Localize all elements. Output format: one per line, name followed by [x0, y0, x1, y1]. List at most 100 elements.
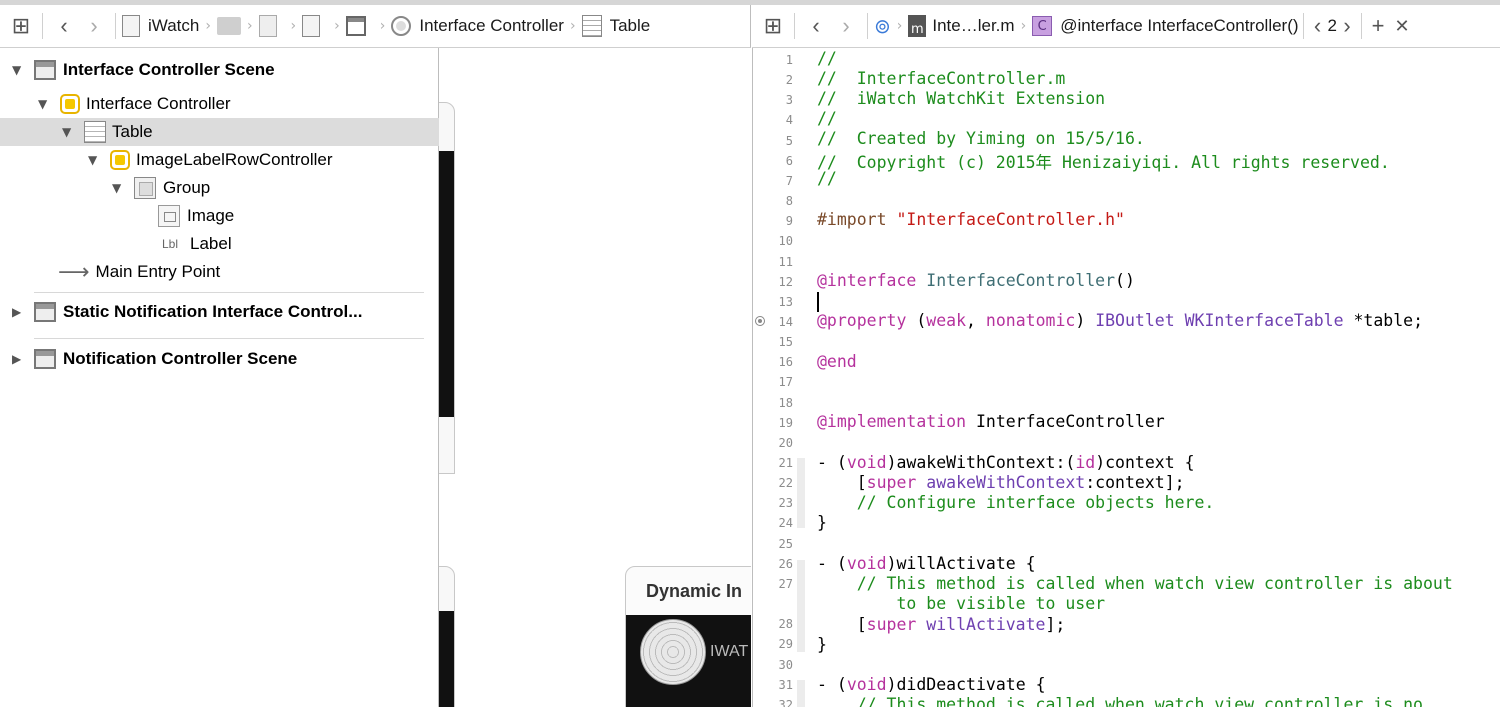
breadcrumb-symbol[interactable]: @interface InterfaceController()	[1060, 16, 1298, 36]
breadcrumb-chevron-icon: ›	[569, 18, 576, 34]
scene-icon[interactable]	[345, 16, 366, 36]
code-token: (	[906, 311, 927, 330]
code-line: [super willActivate];	[817, 615, 1066, 634]
line-number: 19	[778, 415, 793, 430]
storyboard-canvas[interactable]: Dynamic In IWAT	[439, 48, 751, 707]
outline-label: Main Entry Point	[95, 262, 221, 281]
class-icon: C	[1032, 16, 1053, 36]
disclosure-down-icon[interactable]: ▼	[62, 125, 76, 139]
interface-controller-frame[interactable]	[439, 102, 455, 474]
label-icon: Lbl	[162, 237, 179, 251]
breadcrumb-project[interactable]: iWatch	[148, 16, 199, 36]
line-number: 5	[785, 133, 793, 148]
static-notification-frame[interactable]	[439, 566, 455, 707]
line-number: 20	[778, 435, 793, 450]
code-line: - (void)awakeWithContext:(id)context {	[817, 453, 1195, 472]
code-fold-ribbon[interactable]	[797, 458, 805, 528]
code-line: - (void)didDeactivate {	[817, 675, 1046, 694]
storyboard-file-icon[interactable]	[258, 15, 277, 37]
back-chevron-icon[interactable]: ‹	[49, 11, 79, 41]
line-number: 7	[785, 173, 793, 188]
outline-scene-static-notification[interactable]: ▶ Static Notification Interface Control.…	[0, 298, 450, 326]
code-token: InterfaceController	[966, 412, 1165, 431]
disclosure-down-icon[interactable]: ▼	[12, 63, 26, 77]
left-jump-bar: ⊞ ‹ › iWatch › › › › › Interface Control…	[0, 5, 751, 48]
folder-icon[interactable]	[216, 17, 241, 35]
line-number: 26	[778, 556, 793, 571]
previous-counterpart-icon[interactable]: ‹	[1308, 11, 1328, 41]
code-token: #import	[817, 210, 887, 229]
outlet-connection-icon[interactable]	[755, 316, 765, 326]
breadcrumb-table[interactable]: Table	[610, 16, 651, 36]
breadcrumb-file[interactable]: Inte…ler.m	[932, 16, 1014, 36]
line-number: 22	[778, 476, 793, 491]
code-line: to be visible to user	[817, 594, 1106, 613]
assistant-link-icon[interactable]: ⊚	[874, 14, 891, 38]
code-line: #import "InterfaceController.h"	[817, 210, 1125, 229]
outline-scene-notification-controller[interactable]: ▶ Notification Controller Scene	[0, 345, 450, 373]
line-number: 23	[778, 496, 793, 511]
outline-label: Interface Controller Scene	[63, 60, 275, 79]
outline-label: Label	[190, 234, 232, 253]
code-token: nonatomic	[985, 311, 1076, 330]
separator	[794, 13, 795, 39]
right-jump-bar: ⊞ ‹ › ⊚ › m Inte…ler.m › C @interface In…	[752, 5, 1500, 48]
disclosure-right-icon[interactable]: ▶	[12, 352, 26, 366]
line-number: 12	[778, 274, 793, 289]
scene-icon	[34, 349, 56, 369]
code-token: super	[866, 473, 917, 492]
related-items-grid-icon[interactable]: ⊞	[6, 11, 36, 41]
back-chevron-icon[interactable]: ‹	[801, 11, 831, 41]
forward-chevron-icon[interactable]: ›	[831, 11, 861, 41]
related-items-grid-icon[interactable]: ⊞	[758, 11, 788, 41]
dynamic-interface-frame[interactable]: Dynamic In IWAT	[625, 566, 751, 707]
code-token: [	[817, 615, 867, 634]
outline-interface-controller[interactable]: ▼ Interface Controller	[0, 90, 476, 118]
line-number: 2	[785, 73, 793, 88]
disclosure-down-icon[interactable]: ▼	[38, 97, 52, 111]
storyboard-icon[interactable]	[302, 15, 321, 37]
line-number: 29	[778, 637, 793, 652]
outline-label: Static Notification Interface Control...	[63, 302, 363, 321]
close-editor-icon[interactable]: ✕	[1390, 11, 1414, 41]
outline-label: ImageLabelRowController	[136, 150, 333, 169]
disclosure-down-icon[interactable]: ▼	[88, 153, 102, 167]
breadcrumb-chevron-icon: ›	[1020, 18, 1027, 34]
breadcrumb-interface-controller[interactable]: Interface Controller	[419, 16, 564, 36]
line-number: 16	[778, 355, 793, 370]
image-icon	[158, 205, 180, 227]
outline-main-entry-point[interactable]: ⟶ Main Entry Point	[0, 258, 496, 286]
code-fold-ribbon[interactable]	[797, 680, 805, 707]
code-token: @interface	[817, 271, 917, 290]
row-controller-icon	[110, 150, 130, 170]
line-number: 6	[785, 153, 793, 168]
outline-scene-interface-controller[interactable]: ▼ Interface Controller Scene	[0, 56, 450, 84]
forward-chevron-icon[interactable]: ›	[79, 11, 109, 41]
table-icon	[84, 121, 106, 143]
document-outline: ▼ Interface Controller Scene ▼ Interface…	[0, 48, 500, 707]
scene-icon	[34, 302, 56, 322]
line-number: 25	[778, 536, 793, 551]
group-icon	[134, 177, 156, 199]
outline-table[interactable]: ▼ Table	[0, 118, 500, 146]
code-token: id	[1075, 453, 1096, 472]
code-token: )didDeactivate {	[886, 675, 1046, 694]
code-fold-ribbon[interactable]	[797, 560, 805, 652]
divider	[34, 292, 424, 293]
outline-label: Notification Controller Scene	[63, 349, 298, 368]
interface-controller-icon	[60, 94, 80, 114]
add-editor-plus-icon[interactable]: +	[1366, 11, 1390, 41]
code-editor[interactable]: 1 2 3 4 5 6 7 8 9 10 11 12 13 14 15 16 17 18 19 20 21 22 23 24 2…	[752, 48, 1500, 707]
next-counterpart-icon[interactable]: ›	[1337, 11, 1357, 41]
line-number: 27	[778, 576, 793, 591]
code-token: )	[1075, 311, 1096, 330]
code-line: //	[817, 169, 837, 188]
text-cursor	[817, 292, 819, 312]
code-token: :context];	[1085, 473, 1185, 492]
watch-screen	[439, 151, 454, 417]
disclosure-right-icon[interactable]: ▶	[12, 305, 26, 319]
code-token: super	[866, 615, 917, 634]
disclosure-down-icon[interactable]: ▼	[112, 181, 126, 195]
line-number: 11	[778, 254, 793, 269]
